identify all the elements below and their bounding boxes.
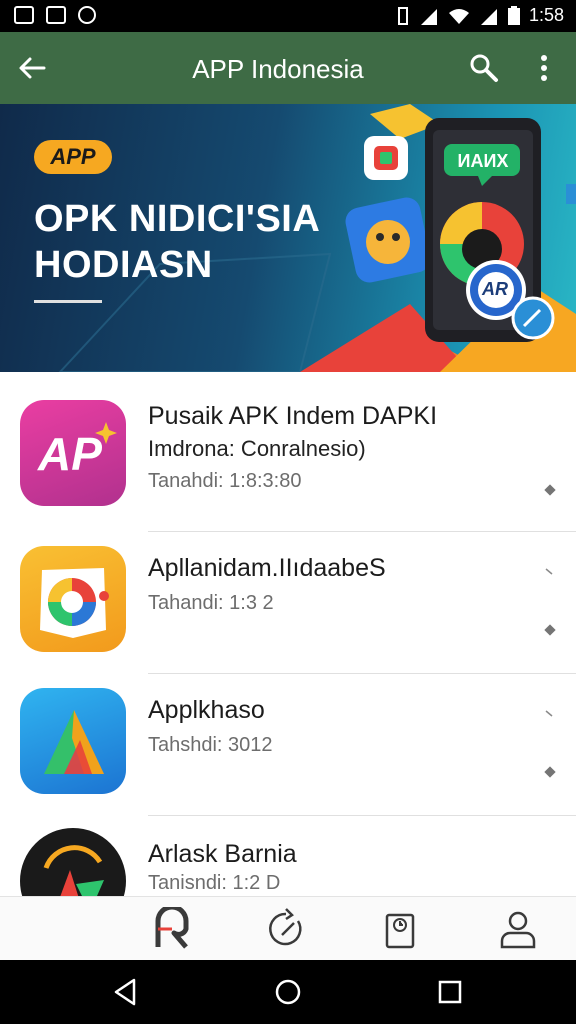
app-subtitle: Imdrona: Conralnesio)	[148, 436, 366, 461]
banner-badge: APP	[34, 140, 112, 174]
person-icon[interactable]	[496, 907, 540, 951]
circle-notification-icon	[78, 6, 96, 24]
home-r-icon[interactable]	[150, 907, 194, 951]
svg-text:AP: AP	[37, 428, 102, 480]
image-notification-icon	[46, 6, 66, 24]
phone-screen-badge: AR	[482, 279, 508, 299]
item-menu-icon[interactable]	[544, 766, 556, 778]
item-menu-icon[interactable]	[544, 484, 556, 496]
list-item[interactable]: AP Pusaik APK Indem DAPKI Imdrona: Conra…	[0, 372, 576, 532]
recents-square-icon[interactable]	[434, 976, 466, 1008]
search-icon[interactable]	[468, 52, 500, 84]
chrome-ring-icon	[20, 546, 126, 652]
app-date: Tanisndi: 1:2 D	[148, 872, 281, 894]
phone-screen-label: ИAИX	[457, 151, 509, 171]
app-name: Apllanidam.IIıdaabeS	[148, 554, 386, 582]
vibrate-icon	[397, 6, 408, 25]
system-navigation-bar	[0, 960, 576, 1024]
home-circle-icon[interactable]	[272, 976, 304, 1008]
status-bar: 1:58	[0, 0, 576, 32]
signal-2-icon	[480, 8, 497, 25]
more-vert-icon[interactable]	[530, 52, 558, 84]
av-logo-icon	[20, 828, 126, 896]
app-date: Tahshdi: 3012	[148, 734, 273, 756]
item-menu-icon[interactable]	[544, 624, 556, 636]
promo-banner[interactable]: APP OPK NIDICI'SIA HODIASN ИAИX AR	[0, 104, 576, 372]
app-date: Tahandi: 1:3 2	[148, 592, 274, 614]
banner-underline	[34, 300, 102, 303]
app-name: Pusaik APK Indem DAPKI	[148, 402, 438, 430]
list-item[interactable]: Arlask Barnia Tanisndi: 1:2 D	[0, 816, 576, 896]
triangle-a-icon	[20, 688, 126, 794]
back-triangle-icon[interactable]	[110, 976, 142, 1008]
clipboard-icon[interactable]	[378, 907, 422, 951]
signal-icon	[420, 8, 437, 25]
banner-headline-line2: HODIASN	[34, 244, 213, 286]
app-date: Tanahdi: 1:8:3:80	[148, 470, 302, 492]
app-list: AP Pusaik APK Indem DAPKI Imdrona: Conra…	[0, 372, 576, 896]
gallery-notification-icon	[14, 6, 34, 24]
battery-icon	[507, 5, 520, 25]
wifi-icon	[448, 8, 469, 24]
status-time: 1:58	[528, 5, 564, 25]
app-name: Arlask Barnia	[148, 840, 297, 868]
bottom-nav	[0, 896, 576, 960]
chevron-icon	[545, 568, 553, 575]
refresh-icon[interactable]	[264, 907, 308, 951]
chevron-icon	[545, 710, 553, 717]
banner-headline-line1: OPK NIDICI'SIA	[34, 198, 321, 240]
list-item[interactable]: Apllanidam.IIıdaabeS Tahandi: 1:3 2	[0, 532, 576, 674]
list-item[interactable]: Applkhaso Tahshdi: 3012	[0, 674, 576, 816]
app-name: Applkhaso	[148, 696, 265, 724]
ap-logo-icon: AP	[20, 400, 126, 506]
app-bar: APP Indonesia	[0, 32, 576, 104]
